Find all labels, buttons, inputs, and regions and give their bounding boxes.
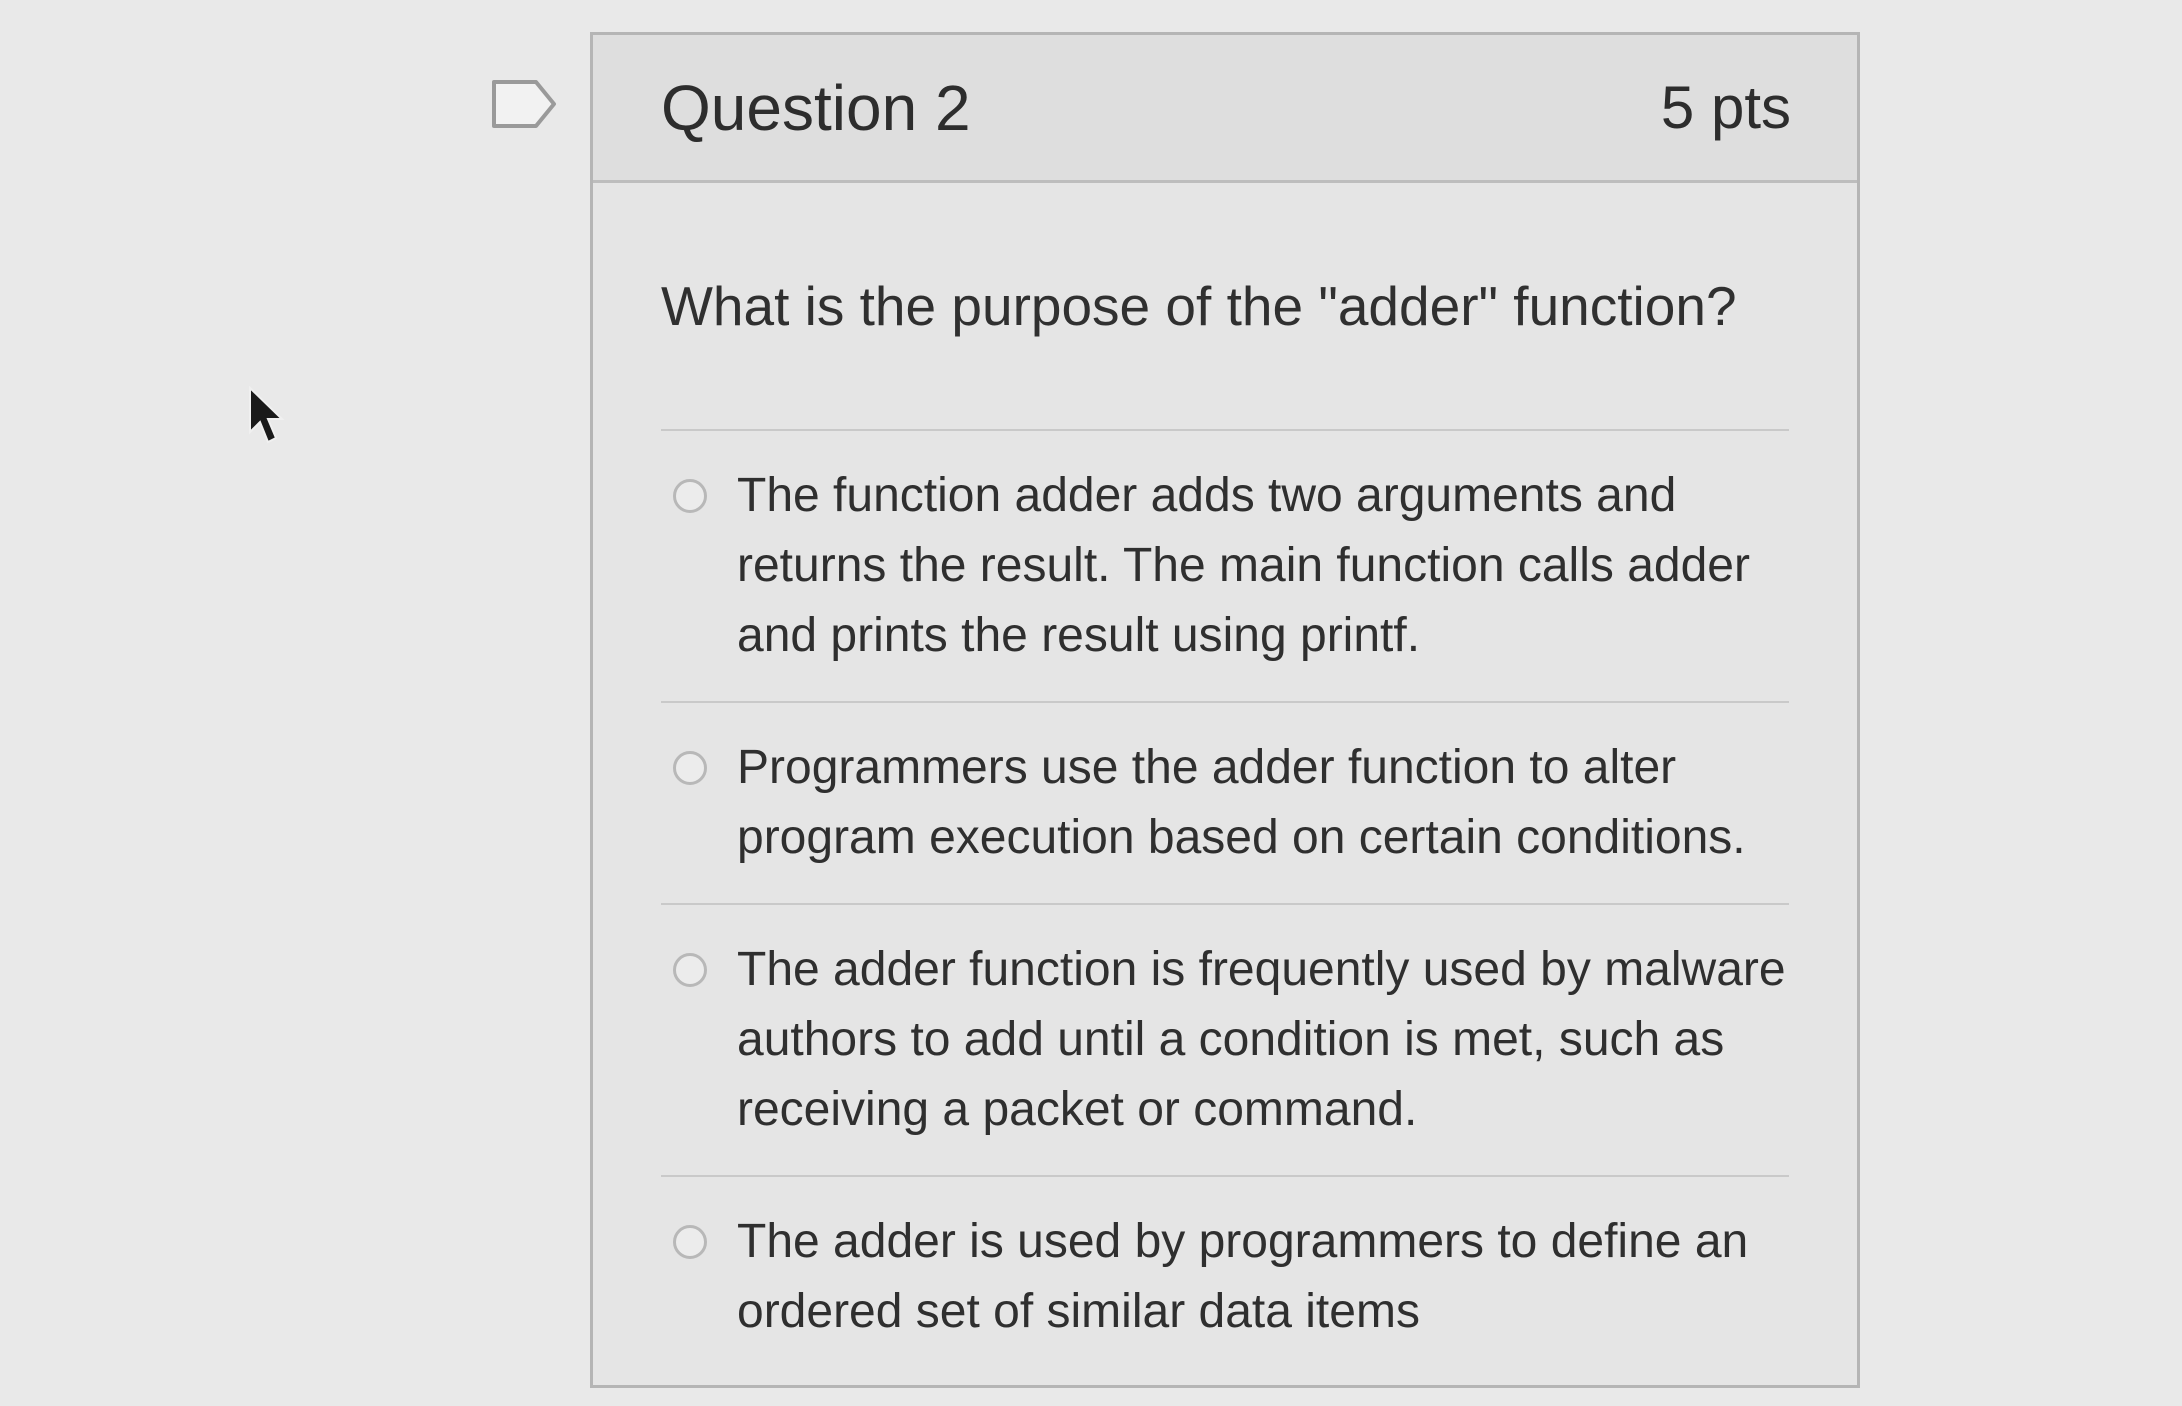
answer-option[interactable]: Programmers use the adder function to al… xyxy=(661,703,1789,905)
answer-label: The adder is used by programmers to defi… xyxy=(737,1215,1749,1338)
answer-label: The adder function is frequently used by… xyxy=(737,943,1786,1136)
radio-button[interactable] xyxy=(673,953,707,987)
question-text: What is the purpose of the "adder" funct… xyxy=(661,275,1737,337)
answer-label: Programmers use the adder function to al… xyxy=(737,741,1746,864)
question-card: Question 2 5 pts What is the purpose of … xyxy=(590,32,1860,1388)
radio-button[interactable] xyxy=(673,479,707,513)
radio-button[interactable] xyxy=(673,1225,707,1259)
answer-label: The function adder adds two arguments an… xyxy=(737,469,1750,662)
question-header: Question 2 5 pts xyxy=(593,35,1857,183)
answer-list: The function adder adds two arguments an… xyxy=(661,429,1789,1377)
question-title: Question 2 xyxy=(661,71,971,144)
question-body: What is the purpose of the "adder" funct… xyxy=(593,183,1857,1377)
answer-option[interactable]: The adder is used by programmers to defi… xyxy=(661,1177,1789,1377)
answer-option[interactable]: The function adder adds two arguments an… xyxy=(661,431,1789,703)
flag-question-icon[interactable] xyxy=(490,78,560,130)
answer-option[interactable]: The adder function is frequently used by… xyxy=(661,905,1789,1177)
question-points: 5 pts xyxy=(1660,74,1791,141)
mouse-pointer-icon xyxy=(249,386,285,444)
radio-button[interactable] xyxy=(673,751,707,785)
